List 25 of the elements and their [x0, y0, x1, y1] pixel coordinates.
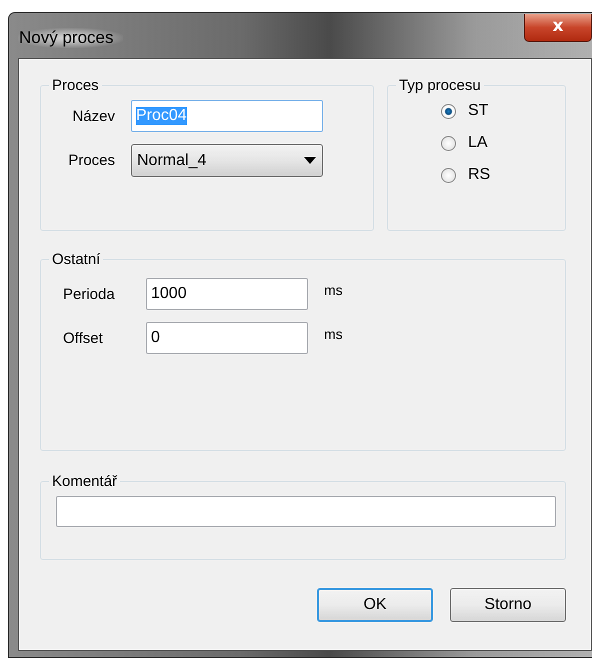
window-title: Nový proces	[18, 28, 124, 48]
radio-label[interactable]: LA	[468, 134, 488, 152]
field-label: Perioda	[62, 286, 116, 302]
comment-field[interactable]	[56, 496, 556, 527]
group-title: Proces	[51, 77, 100, 94]
caret-icon	[304, 157, 316, 164]
radio-button[interactable]	[441, 136, 456, 150]
group-title: Typ procesu	[398, 77, 482, 94]
group-title: Ostatní	[51, 251, 102, 268]
input-field[interactable]: 0	[146, 322, 308, 354]
process-dropdown[interactable]: Normal_4	[131, 144, 323, 177]
unit-label: ms	[324, 282, 343, 298]
radio-button[interactable]	[441, 104, 456, 118]
unit-label: ms	[324, 326, 343, 342]
radio-button[interactable]	[441, 168, 456, 182]
field-label: Název	[71, 108, 115, 124]
dialog-button[interactable]: OK	[317, 588, 433, 622]
input-field[interactable]: 1000	[146, 278, 308, 310]
field-label: Proces	[67, 152, 115, 169]
close-button[interactable]: x	[524, 14, 592, 42]
radio-label[interactable]: ST	[468, 102, 488, 120]
group-title: Komentář	[51, 473, 118, 490]
dialog-button[interactable]: Storno	[450, 588, 566, 622]
radio-label[interactable]: RS	[468, 166, 490, 184]
field-label: Offset	[62, 330, 104, 346]
